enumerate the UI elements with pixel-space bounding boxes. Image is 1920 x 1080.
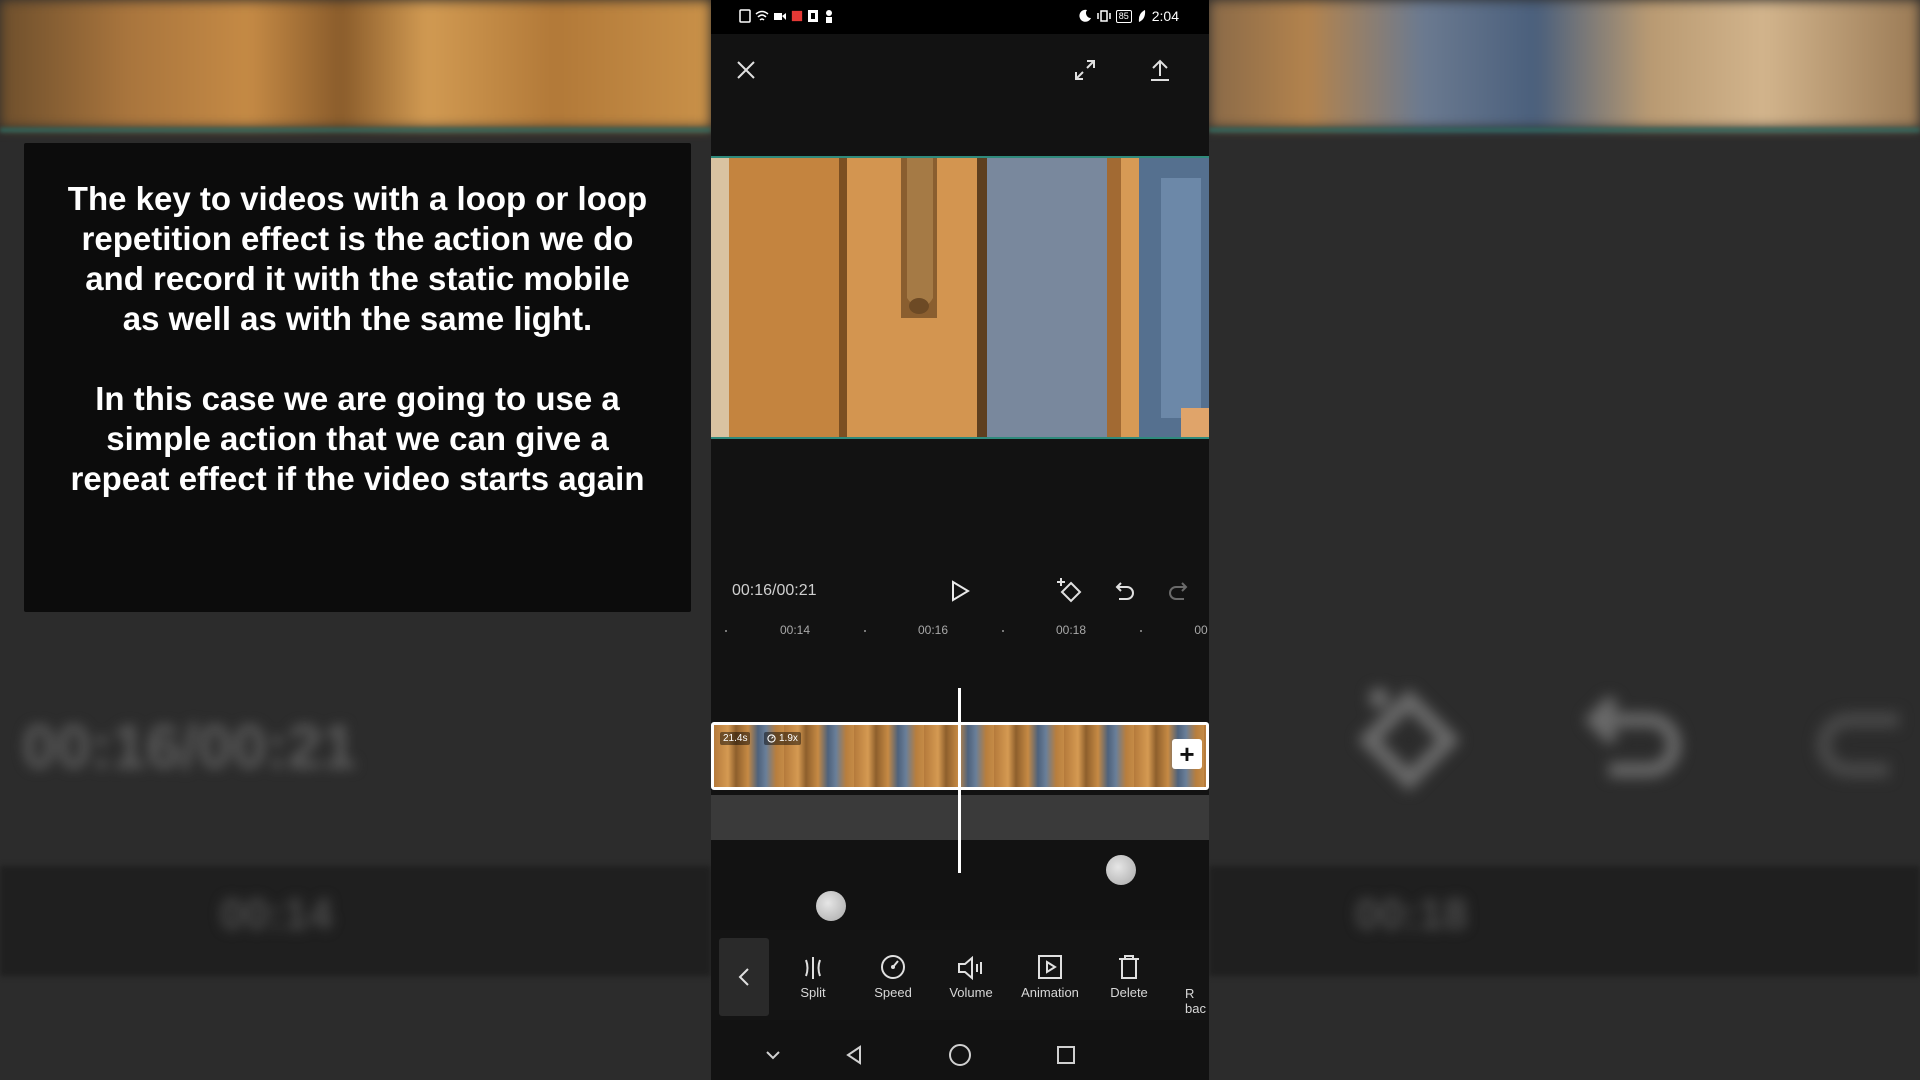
upload-icon <box>1151 59 1169 81</box>
speed-button[interactable]: Speed <box>858 950 928 1000</box>
split-icon <box>805 957 821 979</box>
nav-home-button[interactable] <box>945 1040 975 1070</box>
blurred-keyframe-icon <box>1357 688 1461 792</box>
redo-icon <box>1169 582 1188 600</box>
blurred-timecode: 00:16/00:21 <box>22 713 357 782</box>
toolbar-cutoff-item[interactable]: R bac <box>1185 986 1206 1016</box>
speed-icon <box>881 955 905 979</box>
blurred-ruler-band <box>0 866 711 976</box>
blurred-video-strip <box>0 0 711 128</box>
play-icon <box>952 580 970 602</box>
split-label: Split <box>800 985 826 1000</box>
video-preview[interactable] <box>711 156 1209 439</box>
ruler-tick-label: 00:16 <box>917 623 949 637</box>
close-icon <box>737 61 755 79</box>
ruler-dot <box>1002 630 1004 632</box>
play-button[interactable] <box>943 574 977 608</box>
keyframe-icon <box>1057 578 1082 603</box>
delete-button[interactable]: Delete <box>1094 950 1164 1000</box>
moon-icon <box>1079 9 1091 22</box>
edit-toolbar: Split Speed Volume Animation Delete R ba… <box>711 930 1209 1020</box>
export-button[interactable] <box>1142 52 1178 88</box>
volume-label: Volume <box>949 985 993 1000</box>
playhead[interactable] <box>958 688 961 873</box>
timeline-ruler: 00:14 00:16 00:18 00 <box>711 620 1209 642</box>
ruler-dot <box>864 630 866 632</box>
ruler-dot <box>725 630 727 632</box>
back-triangle-icon <box>846 1045 861 1065</box>
undo-icon <box>1115 582 1134 600</box>
status-icons-right: 85 2:04 <box>1078 8 1179 24</box>
blurred-teal-line <box>0 128 711 132</box>
volume-icon <box>958 956 982 980</box>
nav-dropdown-button[interactable] <box>758 1040 788 1070</box>
battery-indicator: 85 <box>1115 9 1132 23</box>
vibrate-icon <box>1096 10 1111 22</box>
toolbar-back-button[interactable] <box>719 938 769 1016</box>
leaf-icon <box>1138 10 1145 22</box>
add-clip-button[interactable]: + <box>1172 739 1202 769</box>
status-icons-left <box>739 9 835 23</box>
ruler-dot <box>1140 630 1142 632</box>
delete-label: Delete <box>1110 985 1148 1000</box>
animation-icon <box>1038 955 1062 979</box>
user-icon <box>826 10 832 23</box>
animation-button[interactable]: Animation <box>1015 950 1085 1000</box>
undo-button[interactable] <box>1107 574 1141 608</box>
animation-label: Animation <box>1021 985 1079 1000</box>
cutoff-label-line-1: R <box>1185 986 1195 1001</box>
redo-button[interactable] <box>1162 574 1196 608</box>
ruler-tick-label: 00:18 <box>1055 623 1087 637</box>
recents-square-icon <box>1057 1046 1075 1064</box>
ruler-tick-label: 00:14 <box>779 623 811 637</box>
keyframe-button[interactable] <box>1053 574 1087 608</box>
playback-controls: 00:16/00:21 <box>711 570 1209 610</box>
timecode: 00:16/00:21 <box>732 582 817 599</box>
caption-box: The key to videos with a loop or loop re… <box>24 143 691 612</box>
navigation-bar <box>711 1030 1209 1080</box>
fullscreen-icon <box>1075 60 1095 80</box>
blurred-background-right: 00:18 <box>1209 0 1920 1080</box>
app-notification-icon <box>791 10 803 22</box>
nav-back-button[interactable] <box>839 1040 869 1070</box>
status-time: 2:04 <box>1151 8 1179 24</box>
volume-button[interactable]: Volume <box>936 950 1006 1000</box>
wifi-icon <box>755 10 769 21</box>
notification-icon <box>808 10 818 22</box>
delete-icon <box>1119 955 1139 979</box>
cutoff-label-line-2: bac <box>1185 1001 1206 1016</box>
nav-recents-button[interactable] <box>1051 1040 1081 1070</box>
blurred-undo-icon <box>1584 695 1681 777</box>
drag-handle[interactable] <box>816 891 846 921</box>
fullscreen-button[interactable] <box>1067 52 1103 88</box>
clip-speed-badge: 1.9x <box>764 732 801 745</box>
video-icon <box>774 13 786 20</box>
blurred-tick-label: 00:14 <box>220 890 333 939</box>
phone-screen: 85 2:04 00:16/00:21 00:14 00:16 00:18 00… <box>711 0 1209 1080</box>
home-circle-icon <box>949 1044 971 1066</box>
caption-paragraph-2: In this case we are going to use a simpl… <box>70 380 645 497</box>
sim-icon <box>739 9 751 23</box>
clip-duration: 21.4s <box>720 732 751 745</box>
blurred-tick-label: 00:18 <box>1355 890 1468 939</box>
blurred-redo-icon <box>1817 713 1899 777</box>
blurred-ruler-band <box>1209 866 1920 976</box>
close-button[interactable] <box>728 52 764 88</box>
status-bar: 85 2:04 <box>711 0 1209 34</box>
ruler-tick-label: 00 <box>1194 623 1208 637</box>
caption-paragraph-1: The key to videos with a loop or loop re… <box>67 180 648 337</box>
clip-speed-value: 1.9x <box>779 733 798 744</box>
chevron-down-icon <box>766 1051 780 1060</box>
blurred-teal-line <box>1209 128 1920 132</box>
blurred-video-strip <box>1209 0 1920 128</box>
drag-handle[interactable] <box>1106 855 1136 885</box>
speed-label: Speed <box>874 985 912 1000</box>
chevron-left-icon <box>738 968 749 986</box>
video-frame-door <box>711 158 1209 437</box>
speed-gauge-icon <box>767 734 776 743</box>
split-button[interactable]: Split <box>778 950 848 1000</box>
